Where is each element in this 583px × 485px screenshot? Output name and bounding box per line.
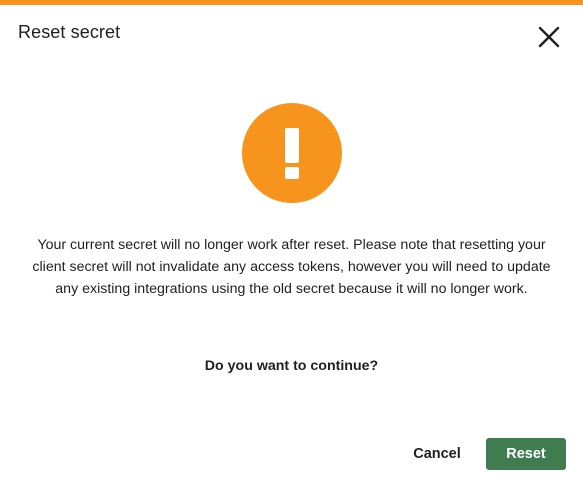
exclamation-circle-icon	[242, 103, 342, 203]
reset-button[interactable]: Reset	[486, 438, 566, 470]
confirmation-question: Do you want to continue?	[204, 358, 379, 374]
close-icon	[538, 26, 560, 48]
dialog-message: Your current secret will no longer work …	[32, 237, 551, 297]
close-button[interactable]	[536, 24, 562, 50]
cancel-button[interactable]: Cancel	[401, 438, 473, 470]
dialog-title: Reset secret	[18, 22, 121, 42]
dialog-accent-bar	[0, 0, 583, 5]
reset-secret-dialog: Reset secret Your current secret will no…	[0, 0, 583, 485]
